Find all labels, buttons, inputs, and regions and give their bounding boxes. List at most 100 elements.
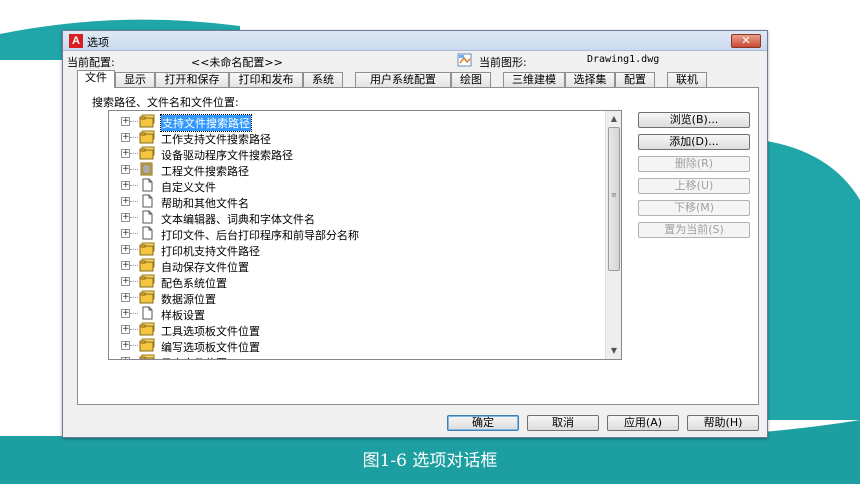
tree-connector — [130, 137, 138, 138]
tab-3d-modeling[interactable]: 三维建模 — [503, 72, 565, 87]
tab-system[interactable]: 系统 — [303, 72, 343, 87]
current-drawing-label: 当前图形: — [479, 56, 527, 69]
folder-stack-icon — [139, 338, 155, 352]
folder-stack-icon — [139, 322, 155, 336]
tree-connector — [130, 169, 138, 170]
tree-item[interactable]: + 样板设置 — [109, 305, 607, 322]
tree-item[interactable]: + 打印机支持文件路径 — [109, 241, 607, 258]
folder-stack-icon — [139, 290, 155, 304]
tree-item[interactable]: + 工具选项板文件位置 — [109, 321, 607, 338]
current-profile-label: 当前配置: — [67, 56, 115, 69]
tab-profiles[interactable]: 配置 — [615, 72, 655, 87]
tree-connector — [130, 345, 138, 346]
options-dialog: A 选项 ✕ 当前配置: <<未命名配置>> 当前图形: Drawing1.dw… — [62, 30, 768, 438]
vertical-scrollbar[interactable]: ▲ ≡ ▼ — [605, 111, 621, 359]
folder-stack-icon — [139, 146, 155, 160]
expand-plus-icon[interactable]: + — [121, 245, 130, 254]
ok-button[interactable]: 确定 — [447, 415, 519, 431]
scroll-thumb[interactable]: ≡ — [608, 127, 620, 271]
tree-connector — [130, 233, 138, 234]
move-up-button[interactable]: 上移(U) — [638, 178, 750, 194]
file-tree[interactable]: + 支持文件搜索路径 + 工作支持文件搜索路径 + 设备驱动程序文件搜索路径 + 工程文件搜索… — [108, 110, 622, 360]
expand-plus-icon[interactable]: + — [121, 277, 130, 286]
tree-connector — [130, 313, 138, 314]
folder-stack-icon — [139, 130, 155, 144]
drawing-icon — [457, 53, 472, 67]
tree-item[interactable]: + 打印文件、后台打印程序和前导部分名称 — [109, 225, 607, 242]
tree-connector — [130, 281, 138, 282]
expand-plus-icon[interactable]: + — [121, 117, 130, 126]
help-button[interactable]: 帮助(H) — [687, 415, 759, 431]
folder-stack-icon — [139, 114, 155, 128]
tree-item[interactable]: + 日志文件位置 — [109, 353, 607, 359]
expand-plus-icon[interactable]: + — [121, 213, 130, 222]
teal-right-swoosh — [760, 140, 860, 420]
folder-stack-icon — [139, 274, 155, 288]
files-tab-page: 搜索路径、文件名和文件位置: + 支持文件搜索路径 + 工作支持文件搜索路径 + 设备驱动… — [77, 87, 759, 405]
tab-selection[interactable]: 选择集 — [565, 72, 615, 87]
tree-connector — [130, 201, 138, 202]
tree-connector — [130, 249, 138, 250]
tree-item-label: 日志文件位置 — [161, 355, 227, 359]
expand-plus-icon[interactable]: + — [121, 261, 130, 270]
folder-stack-icon — [139, 242, 155, 256]
tab-user-preferences[interactable]: 用户系统配置 — [355, 72, 451, 87]
tab-drafting[interactable]: 绘图 — [451, 72, 491, 87]
tree-item[interactable]: + 配色系统位置 — [109, 273, 607, 290]
scroll-up-arrow-icon[interactable]: ▲ — [608, 113, 620, 125]
expand-plus-icon[interactable]: + — [121, 181, 130, 190]
tree-connector — [130, 185, 138, 186]
scroll-down-arrow-icon[interactable]: ▼ — [608, 345, 620, 357]
tab-open-save[interactable]: 打开和保存 — [155, 72, 229, 87]
close-button[interactable]: ✕ — [731, 34, 761, 48]
document-icon — [139, 306, 155, 320]
tree-connector — [130, 297, 138, 298]
document-icon — [139, 210, 155, 224]
remove-button[interactable]: 删除(R) — [638, 156, 750, 172]
tree-item[interactable]: + 数据源位置 — [109, 289, 607, 306]
tree-item[interactable]: + 帮助和其他文件名 — [109, 193, 607, 210]
tree-item[interactable]: + 编写选项板文件位置 — [109, 337, 607, 354]
cancel-button[interactable]: 取消 — [527, 415, 599, 431]
expand-plus-icon[interactable]: + — [121, 325, 130, 334]
dialog-title: 选项 — [87, 36, 109, 49]
profile-row: 当前配置: <<未命名配置>> 当前图形: Drawing1.dwg — [67, 53, 765, 69]
tree-item[interactable]: + 文本编辑器、词典和字体文件名 — [109, 209, 607, 226]
tree-connector — [130, 265, 138, 266]
set-current-button[interactable]: 置为当前(S) — [638, 222, 750, 238]
document-icon — [139, 226, 155, 240]
apply-button[interactable]: 应用(A) — [607, 415, 679, 431]
tree-item[interactable]: + 工程文件搜索路径 — [109, 161, 607, 178]
current-drawing-value: Drawing1.dwg — [587, 54, 660, 65]
current-profile-value: <<未命名配置>> — [191, 56, 283, 69]
expand-plus-icon[interactable]: + — [121, 341, 130, 350]
tree-connector — [130, 153, 138, 154]
expand-plus-icon[interactable]: + — [121, 197, 130, 206]
expand-plus-icon[interactable]: + — [121, 133, 130, 142]
tab-online[interactable]: 联机 — [667, 72, 707, 87]
tree-item[interactable]: + 工作支持文件搜索路径 — [109, 129, 607, 146]
tree-item[interactable]: + 设备驱动程序文件搜索路径 — [109, 145, 607, 162]
expand-plus-icon[interactable]: + — [121, 229, 130, 238]
tab-files[interactable]: 文件 — [77, 70, 115, 88]
expand-plus-icon[interactable]: + — [121, 357, 130, 359]
add-button[interactable]: 添加(D)... — [638, 134, 750, 150]
figure-caption: 图1-6 选项对话框 — [362, 451, 498, 471]
autocad-logo-icon: A — [69, 34, 83, 48]
browse-button[interactable]: 浏览(B)... — [638, 112, 750, 128]
expand-plus-icon[interactable]: + — [121, 293, 130, 302]
folder-stack-icon — [139, 354, 155, 359]
tree-item[interactable]: + 支持文件搜索路径 — [109, 113, 607, 132]
title-bar[interactable]: A 选项 ✕ — [63, 31, 767, 51]
expand-plus-icon[interactable]: + — [121, 165, 130, 174]
tree-item[interactable]: + 自动保存文件位置 — [109, 257, 607, 274]
grip-icon: ≡ — [611, 191, 617, 199]
tab-display[interactable]: 显示 — [115, 72, 155, 87]
project-icon — [139, 162, 155, 176]
expand-plus-icon[interactable]: + — [121, 309, 130, 318]
document-icon — [139, 194, 155, 208]
move-down-button[interactable]: 下移(M) — [638, 200, 750, 216]
tab-plot-publish[interactable]: 打印和发布 — [229, 72, 303, 87]
expand-plus-icon[interactable]: + — [121, 149, 130, 158]
tree-item[interactable]: + 自定义文件 — [109, 177, 607, 194]
